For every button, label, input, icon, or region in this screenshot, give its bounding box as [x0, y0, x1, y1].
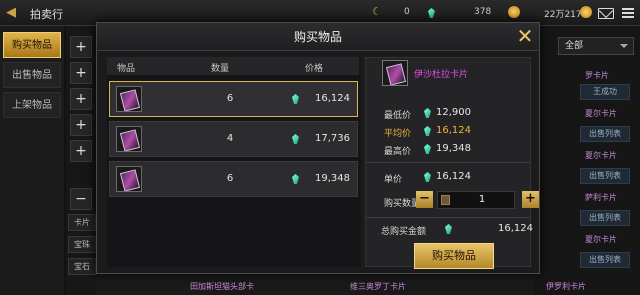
category-card[interactable]: 卡片	[68, 214, 96, 231]
gem-icon	[424, 144, 431, 154]
avg-price-label: 平均价	[384, 129, 412, 139]
sidebar-item-buy[interactable]: 购买物品	[3, 32, 61, 58]
list-item[interactable]: 王成功	[580, 84, 630, 100]
collapse-minus-icon[interactable]: −	[70, 188, 92, 210]
slider-handle-icon[interactable]	[441, 195, 450, 205]
back-arrow-icon[interactable]: ◀	[6, 5, 24, 21]
sell-list-button[interactable]: 出售列表	[580, 210, 630, 226]
row-price: 17,736	[315, 133, 350, 144]
gem-icon	[424, 172, 431, 182]
divider	[365, 217, 531, 218]
card-item-icon	[382, 60, 408, 86]
row-quantity: 6	[226, 93, 234, 104]
gem-icon	[292, 134, 299, 144]
expand-plus-icon[interactable]: +	[70, 114, 92, 136]
sidebar-item-listed[interactable]: 上架物品	[3, 92, 61, 118]
expand-plus-icon[interactable]: +	[70, 62, 92, 84]
card-item-icon	[116, 126, 142, 152]
expand-plus-icon[interactable]: +	[70, 140, 92, 162]
table-row[interactable]: 6 16,124	[109, 81, 358, 117]
sell-list-button[interactable]: 出售列表	[580, 252, 630, 268]
total-value: 16,124	[498, 223, 533, 234]
column-price: 价格	[305, 64, 324, 74]
gem-icon	[292, 94, 299, 104]
row-quantity: 4	[226, 133, 234, 144]
row-price: 16,124	[315, 93, 350, 104]
gem-icon	[424, 126, 431, 136]
max-price-label: 最高价	[384, 147, 412, 157]
mail-icon[interactable]	[598, 8, 614, 19]
list-item[interactable]: 萨利卡片	[585, 192, 617, 203]
category-orb[interactable]: 宝珠	[68, 236, 96, 253]
min-price-label: 最低价	[384, 111, 412, 121]
total-label: 总购买金额	[381, 227, 427, 237]
filter-select[interactable]: 全部	[558, 37, 634, 55]
list-item[interactable]: 维三奥罗丁卡片	[350, 281, 406, 292]
gem-icon	[292, 174, 299, 184]
sidebar-item-sell[interactable]: 出售物品	[3, 62, 61, 88]
currency-b-value: 378	[474, 7, 492, 17]
avg-price-value: 16,124	[436, 125, 471, 136]
bottom-list-bg	[96, 274, 534, 295]
list-item[interactable]: 田加斯坦猫头部卡	[190, 281, 254, 292]
currency-a-value: 0	[404, 7, 410, 17]
card-item-icon	[116, 166, 142, 192]
min-price-value: 12,900	[436, 107, 471, 118]
card-item-icon	[116, 86, 142, 112]
unit-price-label: 单价	[384, 175, 403, 185]
close-icon[interactable]: ✕	[513, 24, 537, 48]
column-item: 物品	[117, 64, 136, 74]
gold-coin-icon	[580, 6, 592, 18]
expand-plus-icon[interactable]: +	[70, 88, 92, 110]
dialog-title: 购买物品	[97, 23, 539, 51]
page-title: 拍卖行	[30, 8, 63, 21]
gem-icon	[428, 8, 435, 18]
quantity-minus-button[interactable]: −	[416, 191, 433, 208]
quantity-label: 购买数量	[384, 199, 421, 209]
category-gem[interactable]: 宝石	[68, 258, 96, 275]
quantity-stepper[interactable]: 1	[437, 191, 515, 209]
quantity-plus-button[interactable]: +	[522, 191, 539, 208]
list-item[interactable]: 罗卡片	[585, 70, 609, 81]
column-qty: 数量	[211, 64, 230, 74]
listing-table: 物品 数量 价格 6 16,124 4 17,736 6 19,348	[107, 57, 361, 267]
sidebar: 购买物品 出售物品 上架物品	[0, 26, 64, 295]
list-item[interactable]: 夏尔卡片	[585, 234, 617, 245]
row-quantity: 6	[226, 173, 234, 184]
quantity-value[interactable]: 1	[452, 194, 512, 205]
coin-icon	[508, 6, 520, 18]
list-item[interactable]: 伊罗利卡片	[546, 281, 586, 292]
unit-price-value: 16,124	[436, 171, 471, 182]
sell-list-button[interactable]: 出售列表	[580, 126, 630, 142]
divider	[366, 162, 530, 163]
list-item[interactable]: 夏尔卡片	[585, 108, 617, 119]
sell-list-button[interactable]: 出售列表	[580, 168, 630, 184]
item-name: 伊沙杜拉卡片	[414, 70, 469, 80]
max-price-value: 19,348	[436, 143, 471, 154]
moon-icon: ☾	[372, 5, 382, 18]
table-row[interactable]: 4 17,736	[109, 121, 358, 157]
row-price: 19,348	[315, 173, 350, 184]
table-row[interactable]: 6 19,348	[109, 161, 358, 197]
buy-item-dialog: 购买物品 ✕ 物品 数量 价格 6 16,124 4 17,736 6 19,3…	[96, 22, 540, 274]
gem-icon	[424, 108, 431, 118]
expand-plus-icon[interactable]: +	[70, 36, 92, 58]
table-header: 物品 数量 价格	[107, 57, 359, 75]
menu-icon[interactable]	[622, 8, 634, 18]
buy-button[interactable]: 购买物品	[414, 243, 494, 269]
list-item[interactable]: 夏尔卡片	[585, 150, 617, 161]
